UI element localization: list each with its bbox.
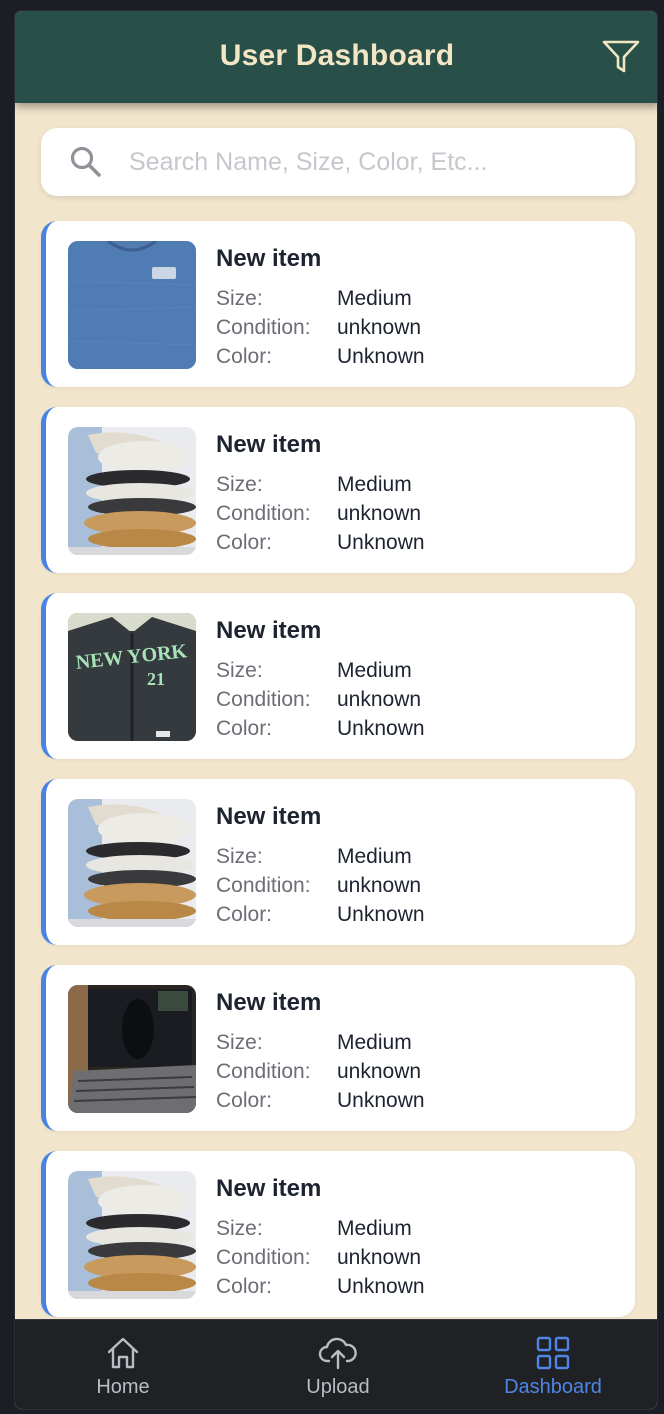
search-input[interactable]: [129, 147, 599, 177]
item-image-folded-clothes: [68, 1171, 196, 1299]
condition-label: Condition:: [216, 1059, 311, 1083]
size-label: Size:: [216, 1216, 263, 1240]
item-title: New item: [216, 989, 322, 1016]
item-image-new-york-jacket: NEW YORK 21: [68, 613, 196, 741]
search-icon: [70, 146, 101, 177]
size-label: Size:: [216, 1030, 263, 1054]
app-screen: User Dashboard New item Size: Medium Cond…: [14, 10, 658, 1410]
item-list: New item Size: Medium Condition: unknown C…: [41, 221, 635, 1337]
color-label: Color:: [216, 530, 273, 554]
color-label: Color:: [216, 716, 273, 740]
condition-value: unknown: [337, 501, 422, 525]
size-value: Medium: [337, 1216, 412, 1240]
cloud-upload-icon: [318, 1337, 357, 1370]
search-bar[interactable]: [41, 128, 635, 196]
size-label: Size:: [216, 472, 263, 496]
bottom-tab-bar: Home Upload Dashboard: [15, 1319, 657, 1409]
tab-upload[interactable]: Upload: [268, 1320, 408, 1409]
size-label: Size:: [216, 658, 263, 682]
page-title: User Dashboard: [219, 39, 455, 72]
condition-value: unknown: [337, 873, 422, 897]
tab-dashboard-label: Dashboard: [504, 1376, 602, 1398]
size-label: Size:: [216, 286, 263, 310]
item-title: New item: [216, 617, 322, 644]
item-image-folded-clothes: [68, 799, 196, 927]
condition-value: unknown: [337, 1245, 422, 1269]
item-title: New item: [216, 1175, 322, 1202]
item-image-laptop: [68, 985, 196, 1113]
item-card[interactable]: New item Size: Medium Condition: unknown C…: [41, 779, 635, 945]
condition-label: Condition:: [216, 501, 311, 525]
size-value: Medium: [337, 658, 412, 682]
condition-label: Condition:: [216, 1245, 311, 1269]
tab-home[interactable]: Home: [53, 1320, 193, 1409]
color-label: Color:: [216, 1088, 273, 1112]
color-value: Unknown: [337, 902, 425, 926]
condition-label: Condition:: [216, 873, 311, 897]
item-card[interactable]: New item Size: Medium Condition: unknown C…: [41, 221, 635, 387]
item-title: New item: [216, 245, 322, 272]
size-value: Medium: [337, 1030, 412, 1054]
jacket-number: 21: [147, 669, 165, 689]
color-value: Unknown: [337, 530, 425, 554]
tab-dashboard[interactable]: Dashboard: [483, 1320, 623, 1409]
color-label: Color:: [216, 902, 273, 926]
condition-value: unknown: [337, 1059, 422, 1083]
size-label: Size:: [216, 844, 263, 868]
color-value: Unknown: [337, 716, 425, 740]
condition-value: unknown: [337, 687, 422, 711]
item-card[interactable]: NEW YORK 21 New item Size: Medium Conditi…: [41, 593, 635, 759]
item-card[interactable]: New item Size: Medium Condition: unknown C…: [41, 965, 635, 1131]
item-title: New item: [216, 431, 322, 458]
condition-label: Condition:: [216, 687, 311, 711]
size-value: Medium: [337, 472, 412, 496]
color-label: Color:: [216, 1274, 273, 1298]
app-header: User Dashboard: [15, 11, 657, 103]
condition-label: Condition:: [216, 315, 311, 339]
item-card[interactable]: New item Size: Medium Condition: unknown C…: [41, 1151, 635, 1317]
home-icon: [107, 1337, 139, 1369]
tab-upload-label: Upload: [306, 1376, 370, 1398]
color-value: Unknown: [337, 1274, 425, 1298]
item-card[interactable]: New item Size: Medium Condition: unknown C…: [41, 407, 635, 573]
size-value: Medium: [337, 286, 412, 310]
tab-home-label: Home: [96, 1376, 150, 1398]
color-value: Unknown: [337, 1088, 425, 1112]
item-title: New item: [216, 803, 322, 830]
filter-icon: [602, 40, 640, 73]
color-value: Unknown: [337, 344, 425, 368]
size-value: Medium: [337, 844, 412, 868]
item-image-blue-tshirt: [68, 241, 196, 369]
dashboard-grid-icon: [536, 1336, 570, 1370]
color-label: Color:: [216, 344, 273, 368]
filter-button[interactable]: [601, 39, 641, 75]
condition-value: unknown: [337, 315, 422, 339]
item-image-folded-clothes: [68, 427, 196, 555]
